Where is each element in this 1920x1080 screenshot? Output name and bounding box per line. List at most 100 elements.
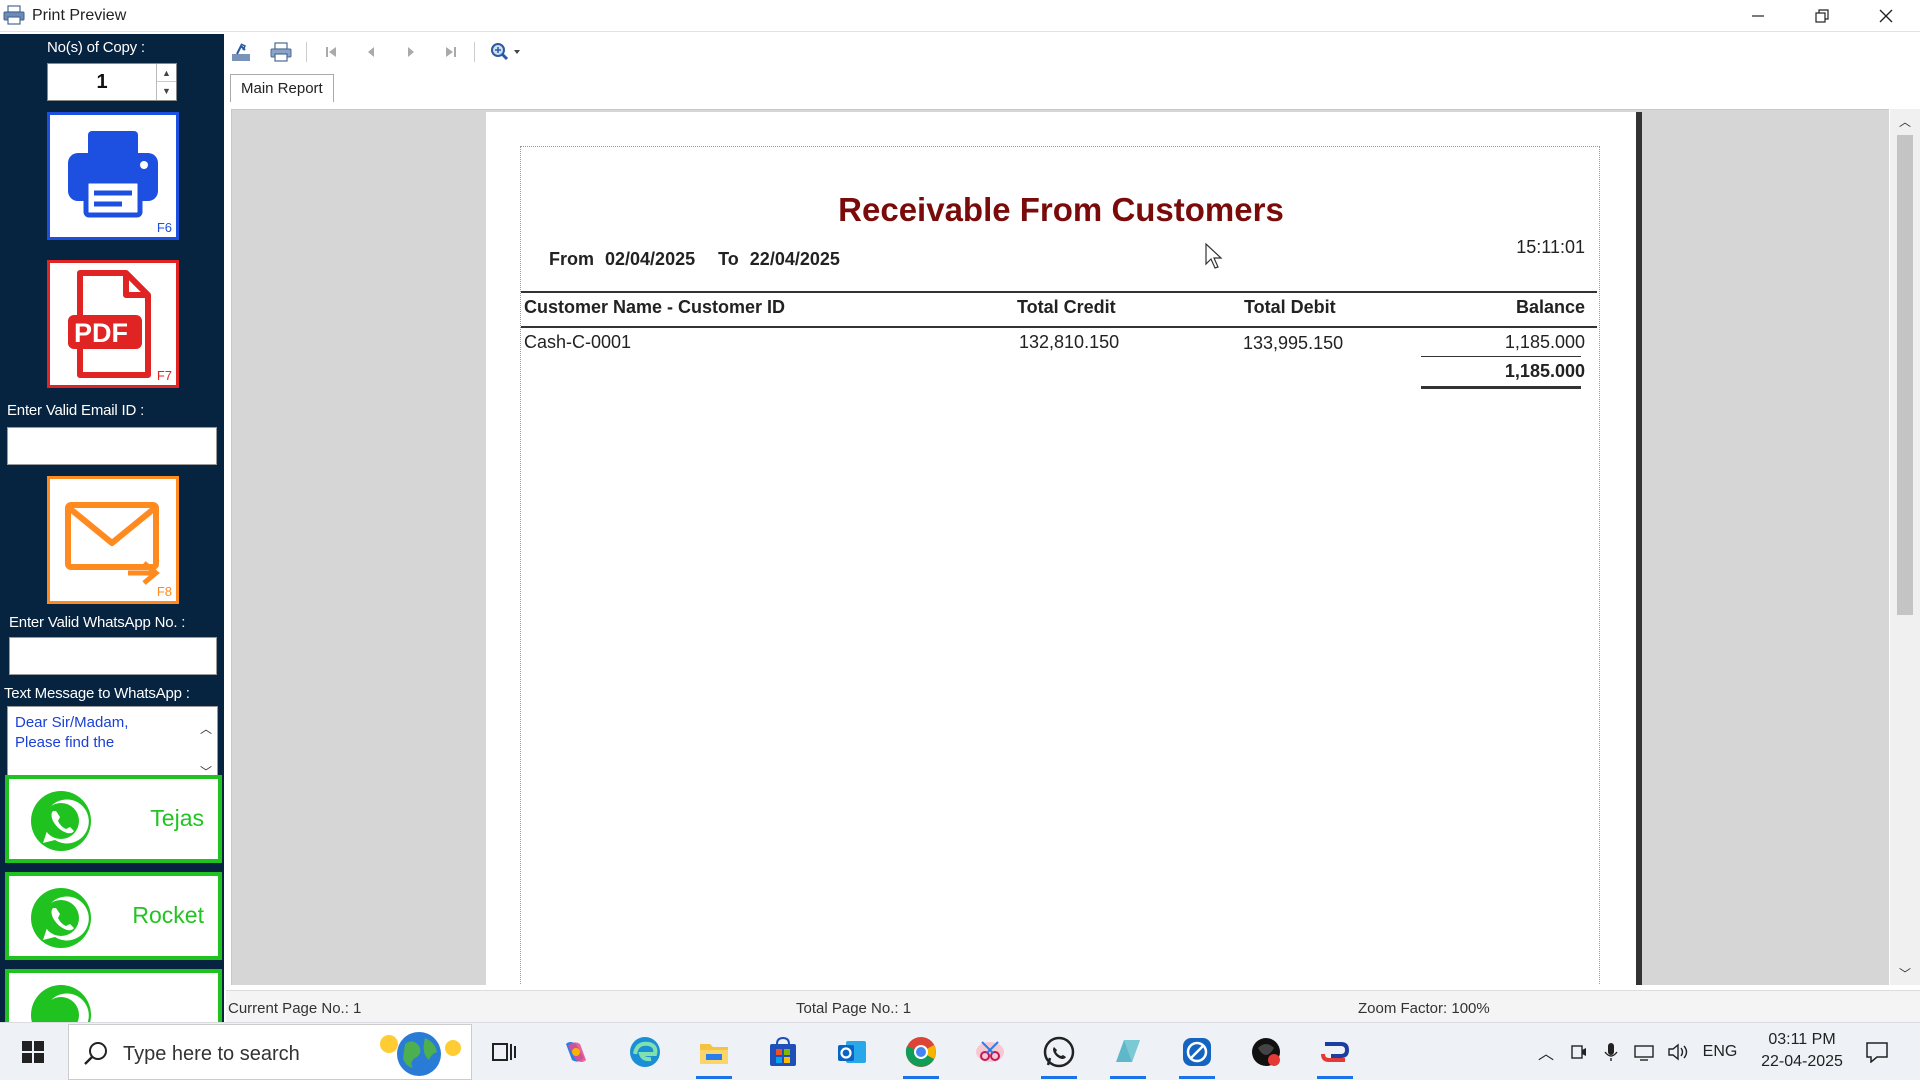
microsoft-store-icon[interactable]: [755, 1029, 811, 1075]
spin-up-icon[interactable]: ▲: [157, 64, 176, 82]
prev-page-icon[interactable]: [356, 38, 386, 66]
header-top-rule: [521, 291, 1597, 293]
whatsapp-button-tejas[interactable]: Tejas: [5, 775, 222, 863]
window-title: Print Preview: [32, 7, 127, 24]
taskbar: Type here to search ︿ ENG 03:11 PM 22-04…: [0, 1022, 1920, 1080]
tab-main-report[interactable]: Main Report: [230, 74, 334, 102]
whatsapp-icon: [31, 888, 91, 948]
message-label: Text Message to WhatsApp :: [4, 685, 190, 702]
copilot-icon[interactable]: [548, 1029, 604, 1075]
language-indicator[interactable]: ENG: [1700, 1023, 1740, 1080]
report-date-range: From 02/04/2025 To 22/04/2025: [549, 249, 840, 270]
clock-date: 22-04-2025: [1761, 1053, 1843, 1070]
taskbar-clock[interactable]: 03:11 PM 22-04-2025: [1742, 1029, 1862, 1073]
edge-icon[interactable]: [617, 1029, 673, 1075]
whatsapp-contact-label: Tejas: [150, 805, 204, 831]
minimize-button[interactable]: [1726, 0, 1790, 32]
table-cell-customer: Cash-C-0001: [524, 332, 632, 352]
message-text[interactable]: Dear Sir/Madam, Please find the: [15, 713, 190, 753]
chrome-icon[interactable]: [893, 1029, 949, 1079]
to-date: 22/04/2025: [749, 249, 840, 269]
snipping-tool-icon[interactable]: [962, 1029, 1018, 1075]
taskbar-search[interactable]: Type here to search: [68, 1024, 472, 1080]
report-page: Receivable From Customers From 02/04/202…: [486, 112, 1636, 985]
export-icon[interactable]: [226, 38, 256, 66]
mouse-cursor-icon: [1205, 242, 1223, 269]
toolbar-separator: [474, 42, 475, 62]
status-bar: Current Page No.: 1 Total Page No.: 1 Zo…: [226, 990, 1920, 1022]
email-field[interactable]: [7, 427, 217, 465]
show-hidden-icons[interactable]: ︿: [1532, 1023, 1560, 1080]
scroll-up-icon[interactable]: ︿: [1890, 109, 1920, 133]
column-header-balance: Balance: [1515, 297, 1585, 317]
header-bottom-rule: [521, 326, 1597, 328]
total-page-status: Total Page No.: 1: [796, 1000, 912, 1017]
pdf-button[interactable]: PDF F7: [47, 260, 179, 388]
print-button[interactable]: F6: [47, 112, 179, 240]
app-icon-teal[interactable]: [1100, 1029, 1156, 1079]
spin-down-icon[interactable]: ▼: [157, 82, 176, 100]
zoom-icon[interactable]: [484, 38, 528, 66]
search-icon: [84, 1042, 107, 1065]
message-line: Dear Sir/Madam,: [15, 714, 129, 731]
scroll-down-icon[interactable]: ﹀: [1890, 961, 1920, 985]
microphone-icon[interactable]: [1598, 1023, 1624, 1080]
whatsapp-button-partial[interactable]: [5, 969, 222, 1022]
email-shortcut: F8: [156, 584, 172, 599]
total-top-rule: [1421, 356, 1581, 357]
from-date: 02/04/2025: [605, 249, 696, 269]
scroll-thumb[interactable]: [1897, 135, 1913, 615]
first-page-icon[interactable]: [316, 38, 346, 66]
print-icon[interactable]: [266, 38, 296, 66]
copies-label: No(s) of Copy :: [47, 39, 145, 56]
windows-start-icon[interactable]: [0, 1023, 66, 1080]
column-header-credit: Total Credit: [1017, 297, 1116, 317]
scroll-up-icon[interactable]: ︿: [195, 707, 217, 750]
email-label: Enter Valid Email ID :: [7, 402, 145, 419]
table-cell-balance: 1,185.000: [1504, 332, 1585, 352]
column-header-customer: Customer Name - Customer ID: [524, 297, 786, 317]
message-line: Please find the: [15, 734, 115, 751]
copies-spin: ▲ ▼: [156, 64, 176, 100]
last-page-icon[interactable]: [436, 38, 466, 66]
page-shadow: [1636, 112, 1642, 985]
current-page-status: Current Page No.: 1: [228, 1000, 362, 1017]
to-label: To: [718, 249, 739, 269]
pdf-label: PDF: [74, 318, 128, 348]
copies-value[interactable]: 1: [48, 64, 156, 100]
table-cell-credit: 132,810.150: [1019, 332, 1120, 352]
whatsapp-icon: [31, 985, 91, 1022]
volume-icon[interactable]: [1664, 1023, 1692, 1080]
file-explorer-icon[interactable]: [686, 1029, 742, 1079]
email-button[interactable]: F8: [47, 476, 179, 604]
pdf-shortcut: F7: [156, 368, 172, 383]
whatsapp-number-field[interactable]: [9, 637, 217, 675]
report-title: Receivable From Customers: [838, 191, 1284, 228]
outlook-icon[interactable]: [824, 1029, 880, 1075]
network-icon[interactable]: [1630, 1023, 1658, 1080]
close-button[interactable]: [1854, 0, 1918, 32]
vertical-scrollbar[interactable]: ︿ ﹀: [1890, 109, 1920, 985]
app-icon-black[interactable]: [1238, 1029, 1294, 1075]
restore-button[interactable]: [1790, 0, 1854, 32]
app-icon-blue[interactable]: [1169, 1029, 1225, 1079]
title-bar: Print Preview: [0, 0, 1920, 32]
copies-stepper[interactable]: 1 ▲ ▼: [47, 63, 177, 101]
zoom-status: Zoom Factor: 100%: [1358, 1000, 1490, 1017]
printer-icon: [3, 5, 25, 25]
whatsapp-button-rocket[interactable]: Rocket: [5, 872, 222, 960]
printer-icon: [68, 131, 158, 218]
report-time: 15:11:01: [1516, 237, 1585, 257]
whatsapp-desktop-icon[interactable]: [1031, 1029, 1087, 1079]
search-placeholder: Type here to search: [123, 1043, 300, 1065]
tab-strip: Main Report: [226, 70, 1920, 102]
report-preview-area: Receivable From Customers From 02/04/202…: [231, 109, 1889, 985]
app-icon-swirl[interactable]: [1307, 1029, 1363, 1079]
next-page-icon[interactable]: [396, 38, 426, 66]
task-view-icon[interactable]: [475, 1029, 531, 1075]
left-panel: No(s) of Copy : 1 ▲ ▼ F6 PDF F7 Enter Va…: [0, 34, 224, 1022]
total-bottom-rule: [1421, 386, 1581, 389]
total-balance: 1,185.000: [1504, 361, 1585, 381]
meet-now-icon[interactable]: [1566, 1023, 1592, 1080]
notification-icon[interactable]: [1860, 1023, 1894, 1080]
